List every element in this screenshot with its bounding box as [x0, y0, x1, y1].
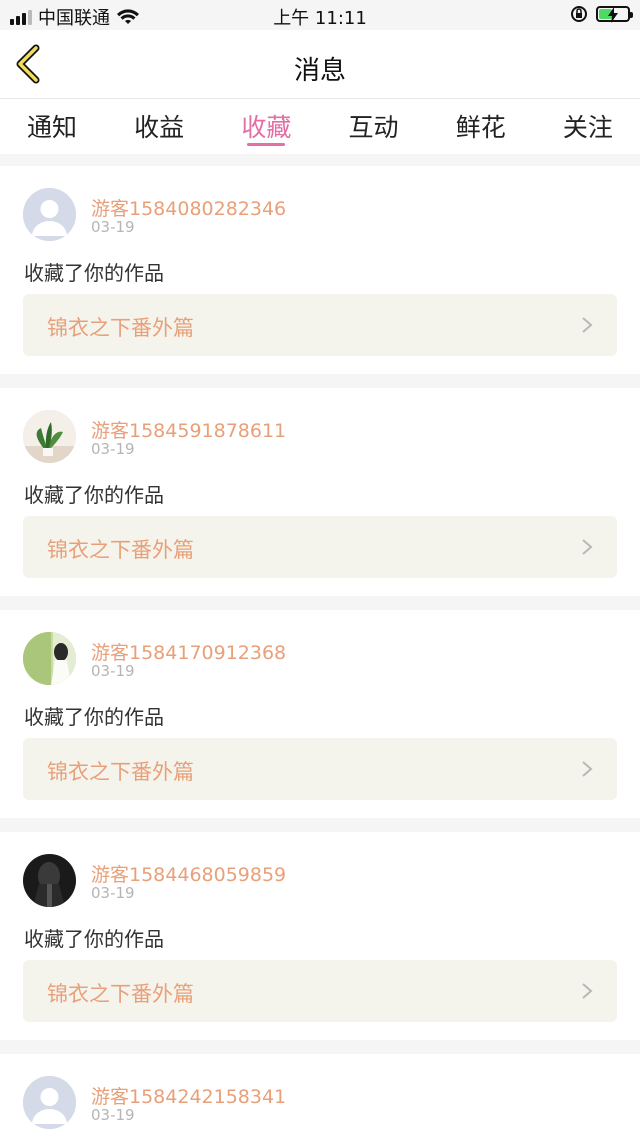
tab-interaction[interactable]: 互动	[347, 99, 401, 154]
message-action: 收藏了你的作品	[24, 483, 164, 507]
message-card: 游客1584170912368 03-19 收藏了你的作品 锦衣之下番外篇	[0, 610, 640, 818]
message-action: 收藏了你的作品	[24, 705, 164, 729]
tab-earnings[interactable]: 收益	[132, 99, 186, 154]
status-right	[570, 5, 633, 23]
default-avatar-icon	[23, 1076, 76, 1129]
tab-favorites[interactable]: 收藏	[239, 99, 293, 154]
tab-label: 收藏	[241, 113, 292, 142]
username[interactable]: 游客1584468059859	[91, 860, 286, 887]
message-card: 游客1584080282346 03-19 收藏了你的作品 锦衣之下番外篇	[0, 166, 640, 374]
avatar[interactable]	[23, 632, 76, 685]
tab-label: 收益	[134, 113, 185, 142]
tab-label: 互动	[348, 113, 399, 142]
chevron-right-icon	[582, 317, 593, 333]
message-date: 03-19	[91, 218, 135, 236]
work-link[interactable]: 锦衣之下番外篇	[23, 294, 617, 356]
work-title: 锦衣之下番外篇	[47, 760, 194, 784]
active-tab-indicator	[247, 143, 286, 146]
tab-notice[interactable]: 通知	[25, 99, 79, 154]
status-time: 上午 11:11	[273, 8, 367, 29]
tab-label: 鲜花	[455, 113, 506, 142]
avatar[interactable]	[23, 1076, 76, 1129]
work-title: 锦衣之下番外篇	[47, 316, 194, 340]
message-card: 游客1584468059859 03-19 收藏了你的作品 锦衣之下番外篇	[0, 832, 640, 1040]
username[interactable]: 游客1584242158341	[91, 1082, 286, 1109]
tab-follow[interactable]: 关注	[561, 99, 615, 154]
status-bar: 中国联通 上午 11:11	[0, 0, 640, 30]
message-date: 03-19	[91, 440, 135, 458]
work-link[interactable]: 锦衣之下番外篇	[23, 738, 617, 800]
chevron-right-icon	[582, 983, 593, 999]
work-title: 锦衣之下番外篇	[47, 982, 194, 1006]
message-card: 游客1584591878611 03-19 收藏了你的作品 锦衣之下番外篇	[0, 388, 640, 596]
username[interactable]: 游客1584170912368	[91, 638, 286, 665]
rotation-lock-icon	[571, 6, 587, 22]
girl-photo-icon	[23, 632, 76, 685]
avatar[interactable]	[23, 854, 76, 907]
tab-label: 关注	[562, 113, 613, 142]
work-link[interactable]: 锦衣之下番外篇	[23, 516, 617, 578]
message-date: 03-19	[91, 1106, 135, 1124]
default-avatar-icon	[23, 188, 76, 241]
tab-bar: 通知 收益 收藏 互动 鲜花 关注	[0, 98, 640, 154]
username[interactable]: 游客1584080282346	[91, 194, 286, 221]
message-date: 03-19	[91, 884, 135, 902]
avatar[interactable]	[23, 410, 76, 463]
battery-icon	[596, 6, 633, 23]
avatar[interactable]	[23, 188, 76, 241]
username[interactable]: 游客1584591878611	[91, 416, 286, 443]
work-title: 锦衣之下番外篇	[47, 538, 194, 562]
work-link[interactable]: 锦衣之下番外篇	[23, 960, 617, 1022]
nav-bar: 消息	[0, 30, 640, 98]
message-date: 03-19	[91, 662, 135, 680]
message-action: 收藏了你的作品	[24, 927, 164, 951]
message-card: 游客1584242158341 03-19	[0, 1054, 640, 1138]
chevron-right-icon	[582, 761, 593, 777]
dark-photo-icon	[23, 854, 76, 907]
message-action: 收藏了你的作品	[24, 261, 164, 285]
tab-flowers[interactable]: 鲜花	[454, 99, 508, 154]
page-title: 消息	[293, 56, 346, 86]
chevron-right-icon	[582, 539, 593, 555]
tab-label: 通知	[26, 113, 77, 142]
plant-photo-icon	[23, 410, 76, 463]
